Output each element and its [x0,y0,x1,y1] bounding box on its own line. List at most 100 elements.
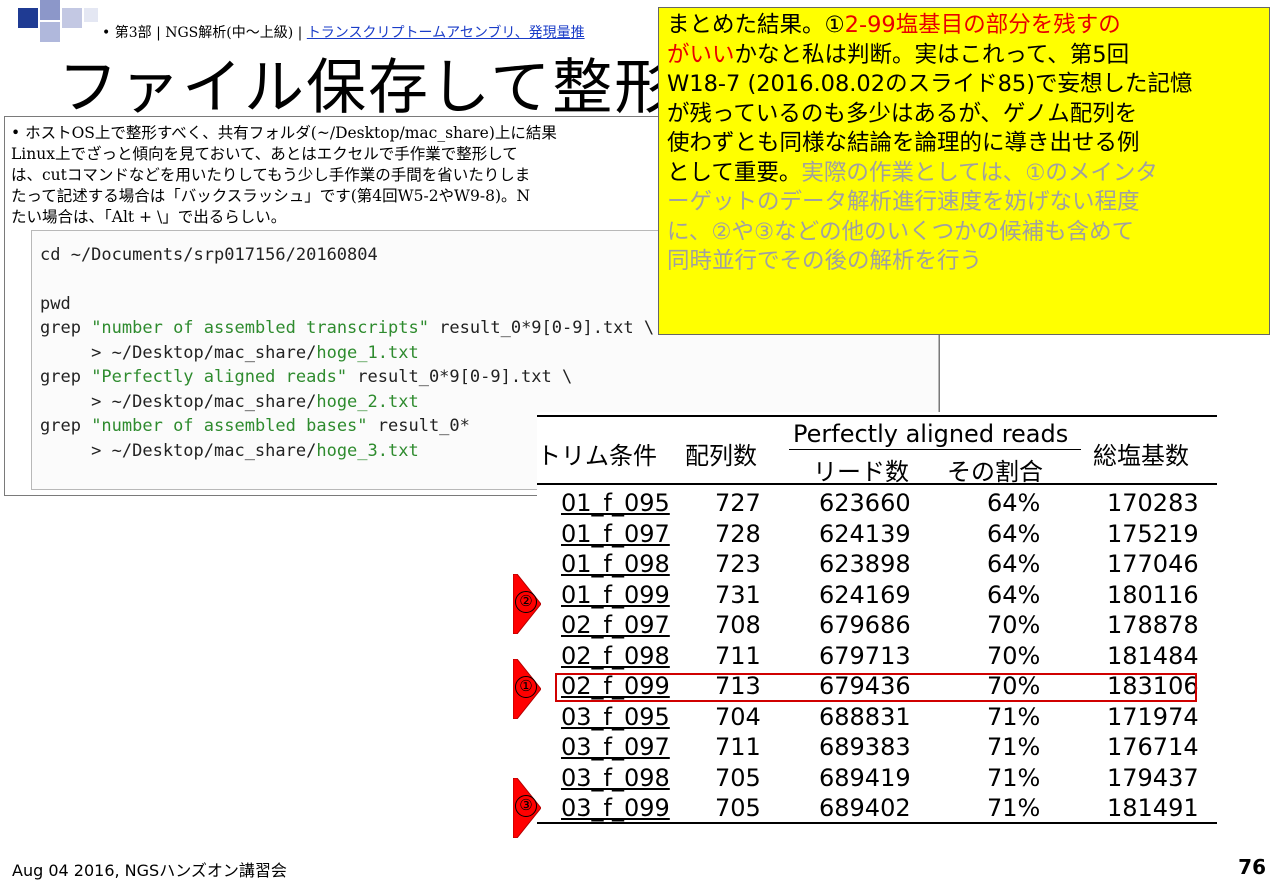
header-ratio: その割合 [947,458,1043,486]
code-string: hoge_1.txt [316,342,419,363]
table-row: 03_f_097 711 689383 71% 176714 [537,732,1217,762]
code-string: hoge_3.txt [316,440,419,461]
note-emphasis: 2-99塩基目の部分を残すの [844,12,1121,38]
cell-ratio: 71% [987,733,1041,761]
cell-ratio: 64% [987,489,1041,517]
table-rule [537,415,1217,417]
cell-reads: 689419 [819,763,911,792]
header-perfectly-aligned: Perfectly aligned reads [793,420,1069,448]
cell-total: 171974 [1107,702,1199,731]
page-title: ファイル保存して整形 [58,53,677,123]
note-line: W18-7 (2016.08.02のスライド85)で妄想した記憶 [667,71,1193,97]
cell-ratio: 64% [987,580,1041,609]
header-trim: トリム条件 [537,442,657,470]
code-string: hoge_2.txt [316,391,419,412]
code-text: grep [40,416,92,436]
note-text: かなと私は判断。実はこれって、第5回 [734,41,1130,68]
code-string: "number of assembled transcripts" [91,318,429,338]
cell-reads: 624139 [819,519,911,548]
cell-count: 705 [715,763,761,792]
table-row: 01_f_095 727 623660 64% 170283 [537,488,1217,518]
cell-count: 704 [715,702,761,731]
code-string: "number of assembled bases" [91,416,368,436]
cell-reads: 689383 [819,733,911,761]
cell-ratio: 64% [987,550,1041,578]
cell-ratio: 71% [987,794,1041,822]
table-row: 02_f_097 708 679686 70% 178878 [537,610,1217,640]
cell-trim: 03_f_099 [561,794,670,822]
subtitle-prefix: • 第3部 | NGS解析(中～上級) | [102,25,307,41]
results-table: トリム条件 配列数 Perfectly aligned reads リード数 そ… [537,412,1217,830]
cell-ratio: 71% [987,702,1041,731]
cell-total: 170283 [1107,489,1199,517]
code-text: result_0*9[0-9].txt \ [347,367,573,387]
code-text: result_0*9[0-9].txt \ [428,318,655,338]
footer-text: Aug 04 2016, NGSハンズオン講習会 [12,861,287,880]
code-line: pwd [40,293,71,314]
cell-reads: 688831 [819,702,911,731]
cell-total: 177046 [1107,550,1199,578]
cell-count: 728 [715,519,761,548]
arrow-label: ① [515,676,537,698]
arrow-label: ② [515,591,537,613]
cell-count: 711 [715,733,761,761]
note-emphasis: がいい [667,41,735,68]
cell-total: 181491 [1107,794,1199,822]
note-line: として重要。実際の作業としては、①のメインタ [667,159,1261,189]
table-rule [537,483,1217,485]
table-row: 03_f_098 705 689419 71% 179437 [537,763,1217,793]
arrow-marker-3: ③ [512,777,542,839]
table-row: 02_f_098 711 679713 70% 181484 [537,641,1217,671]
cell-trim: 03_f_097 [561,733,670,761]
code-string: "Perfectly aligned reads" [91,367,348,387]
note-gray: 実際の作業としては、①のメインタ [801,159,1158,186]
cell-trim: 01_f_097 [561,519,670,548]
note-line: が残っているのも多少はあるが、ゲノム配列を [667,100,1138,127]
code-text: > ~/Desktop/mac_share/ [40,342,317,363]
table-row: 03_f_095 704 688831 71% 171974 [537,702,1217,732]
header-reads: リード数 [813,458,909,486]
cell-trim: 02_f_098 [561,641,670,670]
cell-total: 178878 [1107,611,1199,639]
yellow-note: まとめた結果。①2-99塩基目の部分を残すの がいいかなと私は判断。実はこれって… [658,7,1270,335]
note-line: ーゲットのデータ解析進行速度を妨げない程度 [667,189,1140,215]
decor-square [62,8,82,28]
decor-square [18,8,38,28]
code-text: grep [40,367,92,387]
cell-total: 181484 [1107,641,1199,670]
decor-square [40,22,60,42]
cell-reads: 679686 [819,611,911,639]
cell-reads: 624169 [819,580,911,609]
note-text: として重要。 [667,159,802,186]
cell-total: 176714 [1107,733,1199,761]
note-line: 同時並行でその後の解析を行う [667,248,983,274]
header-divider [789,449,1081,450]
code-text: result_0* [367,416,470,436]
arrow-label: ③ [515,795,537,817]
table-row: 03_f_099 705 689402 71% 181491 [537,793,1217,823]
cell-count: 705 [715,794,761,822]
note-line: に、②や③などの他のいくつかの候補も含めて [667,218,1135,245]
cell-ratio: 70% [987,611,1041,639]
table-row: 01_f_098 723 623898 64% 177046 [537,549,1217,579]
cell-total: 180116 [1107,580,1199,609]
header-total: 総塩基数 [1093,442,1189,470]
cell-trim: 01_f_095 [561,489,670,517]
code-line: cd ~/Documents/srp017156/20160804 [40,245,378,265]
cell-count: 711 [715,641,761,670]
cell-count: 731 [715,580,761,609]
cell-reads: 689402 [819,794,911,822]
subtitle-link[interactable]: トランスクリプトームアセンブリ、発現量推 [307,25,585,41]
cell-ratio: 64% [987,519,1041,548]
cell-total: 175219 [1107,519,1199,548]
table-rule [537,822,1217,824]
cell-count: 708 [715,611,761,639]
code-text: > ~/Desktop/mac_share/ [40,391,317,412]
selected-row-highlight [555,673,1197,702]
cell-total: 179437 [1107,763,1199,792]
cell-ratio: 71% [987,763,1041,792]
note-line: まとめた結果。①2-99塩基目の部分を残すの [667,11,1261,41]
cell-reads: 679713 [819,641,911,670]
cell-reads: 623898 [819,550,911,578]
section-subtitle: • 第3部 | NGS解析(中～上級) | トランスクリプトームアセンブリ、発現… [102,22,585,42]
